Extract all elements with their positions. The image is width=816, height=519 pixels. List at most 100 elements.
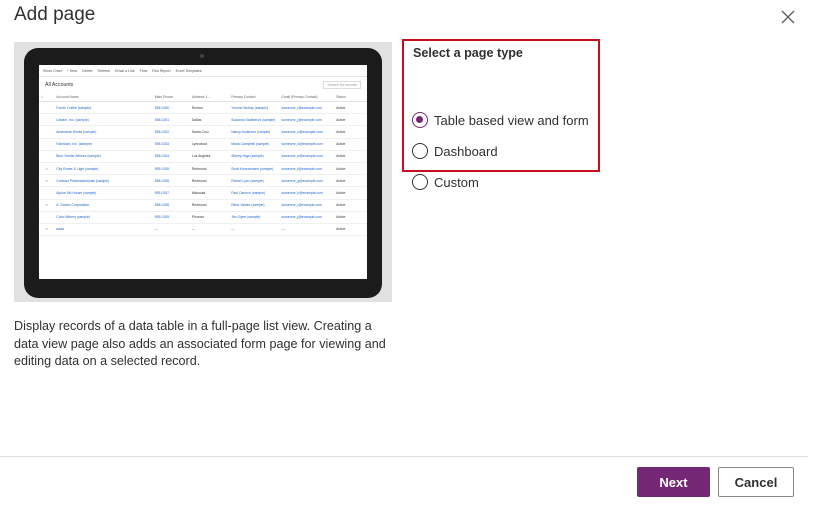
table-cell: someone_j@example.com — [279, 211, 335, 224]
table-row: ⚠ City Power & Light (sample) 555-0155 Redm… — [39, 162, 367, 176]
radio-unchecked-icon[interactable] — [412, 143, 428, 159]
table-cell: Sidney Higa (sample) — [229, 150, 280, 163]
page-type-label: Select a page type — [413, 46, 523, 60]
table-cell: Active — [334, 211, 367, 224]
preview-command: Email a Link — [115, 68, 135, 73]
radio-unchecked-icon[interactable] — [412, 174, 428, 190]
radio-label: Custom — [434, 174, 479, 190]
table-cell: Paul Cannon (sample) — [229, 186, 280, 200]
table-cell: someone_g@example.com — [279, 174, 335, 188]
row-icon — [39, 150, 55, 163]
table-cell: Fourth Coffee (sample) — [54, 101, 153, 115]
table-cell: City Power & Light (sample) — [54, 162, 153, 176]
radio-option-custom[interactable]: Custom — [412, 171, 479, 193]
table-cell: Susanna Stubberod (sample) — [229, 113, 280, 127]
preview-command: + New — [66, 68, 78, 73]
table-cell: Redmond — [189, 174, 230, 188]
preview-command: Delete — [82, 68, 93, 73]
table-row: Fabrikam, Inc. (sample) 555-0153 Lynnwood M… — [39, 138, 367, 151]
radio-option-dashboard[interactable]: Dashboard — [412, 140, 498, 162]
table-row: Alpine Ski House (sample) 555-0157 Missoul… — [39, 186, 367, 200]
table-cell: Active — [334, 199, 367, 212]
table-cell: Fabrikam, Inc. (sample) — [54, 138, 153, 151]
radio-checked-icon[interactable] — [412, 112, 428, 128]
table-cell: Active — [334, 174, 367, 188]
table-cell: 555-0158 — [152, 199, 190, 212]
table-cell: Phoenix — [189, 211, 230, 224]
table-cell: 555-0159 — [152, 211, 190, 224]
preview-check-header: ✓ — [39, 93, 55, 102]
preview-command: Flow — [139, 68, 148, 73]
table-cell: Coho Winery (sample) — [54, 211, 153, 224]
next-button[interactable]: Next — [637, 467, 710, 497]
table-cell: someone_e@example.com — [279, 150, 335, 163]
table-cell: 555-0153 — [152, 138, 190, 151]
table-cell: Litware, Inc. (sample) — [54, 113, 153, 127]
table-cell: Alpine Ski House (sample) — [54, 186, 153, 200]
table-cell: Maria Campbell (sample) — [229, 138, 280, 151]
table-row: Blue Yonder Airlines (sample) 555-0154 Los… — [39, 150, 367, 163]
close-icon[interactable] — [779, 8, 797, 26]
cancel-button[interactable]: Cancel — [718, 467, 794, 497]
table-cell: Missoula — [189, 186, 230, 200]
table-row: Fourth Coffee (sample) 555-0150 Renton Yvon… — [39, 101, 367, 115]
preview-view-bar: All Accounts Search for records — [39, 77, 367, 93]
row-icon — [39, 125, 55, 139]
table-cell: 555-0155 — [152, 162, 190, 176]
warning-icon: ⚠ — [39, 199, 55, 212]
table-cell: aaaa — [54, 223, 153, 237]
table-cell: Contoso Pharmaceuticals (sample) — [54, 174, 153, 188]
preview-column-header: Status — [334, 93, 367, 102]
table-cell: someone_d@example.com — [279, 138, 335, 151]
table-row: ⚠ A. Datum Corporation 555-0158 Redmond Rene… — [39, 199, 367, 212]
table-cell: Active — [334, 125, 367, 139]
preview-column-header: Account Name — [54, 93, 153, 102]
page-type-radio-group: Select a page type Table based view and … — [402, 39, 600, 190]
table-cell: 555-0150 — [152, 101, 190, 115]
table-cell: Blue Yonder Airlines (sample) — [54, 150, 153, 163]
preview-column-header: Main Phone — [152, 93, 190, 102]
preview-command: Show Chart — [43, 68, 62, 73]
table-cell: Jim Glynn (sample) — [229, 211, 280, 224]
row-icon — [39, 101, 55, 115]
radio-label: Table based view and form — [434, 112, 589, 128]
preview-command: Refresh — [97, 68, 111, 73]
table-cell: --- — [152, 223, 190, 237]
preview-table-header: ✓ Account Name Main Phone Address 1 ... … — [39, 93, 367, 102]
preview-command-bar: Show Chart + New Delete Refresh Email a … — [39, 65, 367, 77]
table-cell: Active — [334, 101, 367, 115]
radio-label: Dashboard — [434, 143, 498, 159]
table-row: ⚠ Contoso Pharmaceuticals (sample) 555-015… — [39, 174, 367, 188]
preview-command: Excel Templates — [175, 68, 202, 73]
preview-column-header: Email (Primary Contact) — [279, 93, 335, 102]
radio-option-table-based[interactable]: Table based view and form — [412, 109, 589, 131]
page-type-preview: Show Chart + New Delete Refresh Email a … — [14, 42, 392, 302]
warning-icon: ⚠ — [39, 223, 55, 237]
table-cell: someone_i@example.com — [279, 199, 335, 212]
preview-column-header: Primary Contact — [229, 93, 280, 102]
table-cell: Nancy Anderson (sample) — [229, 125, 280, 139]
table-cell: someone_h@example.com — [279, 186, 335, 200]
preview-screen: Show Chart + New Delete Refresh Email a … — [39, 65, 367, 279]
warning-icon: ⚠ — [39, 174, 55, 188]
table-cell: 555-0157 — [152, 186, 190, 200]
preview-command: Run Report — [152, 68, 171, 73]
table-cell: Active — [334, 150, 367, 163]
table-cell: someone_i@example.com — [279, 101, 335, 115]
table-row: ⚠ aaaa --- --- --- --- Active — [39, 223, 367, 237]
table-row: Adventure Works (sample) 555-0152 Santa Cr… — [39, 125, 367, 139]
table-cell: Dallas — [189, 113, 230, 127]
table-cell: Santa Cruz — [189, 125, 230, 139]
table-cell: 555-0154 — [152, 150, 190, 163]
row-icon — [39, 138, 55, 151]
table-row: Coho Winery (sample) 555-0159 Phoenix Jim G… — [39, 211, 367, 224]
table-cell: Active — [334, 186, 367, 200]
footer-divider — [0, 456, 808, 457]
table-cell: --- — [279, 223, 335, 237]
table-cell: 555-0152 — [152, 125, 190, 139]
table-cell: Robert Lyon (sample) — [229, 174, 280, 188]
camera-dot — [200, 54, 204, 58]
tablet-mockup: Show Chart + New Delete Refresh Email a … — [24, 48, 382, 298]
table-cell: Los Angeles — [189, 150, 230, 163]
table-cell: --- — [229, 223, 280, 237]
